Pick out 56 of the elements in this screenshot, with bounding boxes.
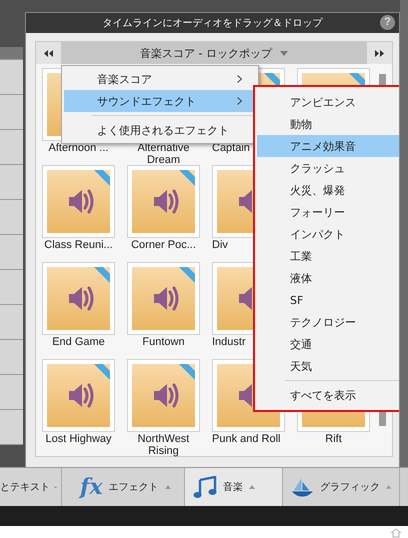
- sailboat-icon: [291, 476, 314, 498]
- menu-item[interactable]: すべてを表示: [257, 384, 399, 406]
- audio-clip-tile[interactable]: [127, 165, 200, 238]
- menu-item[interactable]: フォーリー: [257, 201, 399, 223]
- previous-button[interactable]: [36, 42, 61, 64]
- tab[interactable]: グラフィック: [283, 468, 400, 506]
- audio-clip-tile[interactable]: [42, 359, 115, 432]
- menu-item[interactable]: SF: [257, 289, 399, 311]
- menu-item[interactable]: 工業: [257, 245, 399, 267]
- clip-name: NorthWest Rising: [136, 433, 190, 457]
- chevron-right-icon: [237, 75, 242, 83]
- menu-item[interactable]: よく使用されるエフェクト: [64, 119, 256, 141]
- audio-clip-tile[interactable]: [127, 262, 200, 335]
- tab[interactable]: とテキスト: [0, 468, 62, 506]
- clip-name: Punk and Roll: [212, 433, 282, 445]
- clip-name: Afternoon ...: [48, 142, 110, 154]
- rewind-icon: [44, 50, 53, 56]
- menu-item[interactable]: インパクト: [257, 223, 399, 245]
- audio-clip-tile[interactable]: [42, 165, 115, 238]
- clip-name: Captain: [212, 142, 251, 154]
- music-note-icon: [193, 476, 217, 498]
- menu-item[interactable]: 液体: [257, 267, 399, 289]
- menu-item[interactable]: アンビエンス: [257, 91, 399, 113]
- clip-name: Rift: [324, 433, 343, 445]
- menu-item[interactable]: 音楽スコア: [64, 68, 256, 90]
- caret-up-icon: [249, 485, 255, 489]
- clip-name: Lost Highway: [44, 433, 113, 445]
- menu-item[interactable]: クラッシュ: [257, 157, 399, 179]
- fx-icon: fx: [80, 474, 103, 500]
- track-row: [0, 47, 23, 60]
- clip-name: Class Reuni...: [43, 239, 114, 251]
- next-button[interactable]: [367, 42, 392, 64]
- audio-clip-tile[interactable]: [127, 359, 200, 432]
- clip-name: End Game: [51, 336, 106, 348]
- menu-item[interactable]: 火災、爆発: [257, 179, 399, 201]
- menu-item[interactable]: 動物: [257, 113, 399, 135]
- clip-name: Corner Poc...: [130, 239, 197, 251]
- audio-clip-tile[interactable]: [42, 262, 115, 335]
- clip-name: Funtown: [141, 336, 186, 348]
- category-dropdown[interactable]: 音楽スコア - ロックポップ: [61, 42, 367, 64]
- menu-item[interactable]: 交通: [257, 333, 399, 355]
- tab[interactable]: 音楽: [185, 468, 283, 506]
- menu-item[interactable]: テクノロジー: [257, 311, 399, 333]
- menu-item[interactable]: 天気: [257, 355, 399, 377]
- chevron-right-icon: [237, 97, 242, 105]
- menu-item[interactable]: サウンドエフェクト: [64, 90, 256, 112]
- caret-up-icon: [386, 485, 391, 489]
- caret-icon: [280, 50, 288, 56]
- clip-name: Div: [212, 239, 229, 251]
- clip-name: Alternative Dream: [136, 142, 190, 166]
- caret-up-icon: [164, 485, 171, 489]
- clip-name: Industr: [212, 336, 247, 348]
- tab[interactable]: fx エフェクト: [62, 468, 185, 506]
- fast-forward-icon: [375, 50, 384, 56]
- window-title: タイムラインにオーディオをドラッグ＆ドロップ: [102, 16, 322, 30]
- menu-item[interactable]: アニメ効果音: [257, 135, 399, 157]
